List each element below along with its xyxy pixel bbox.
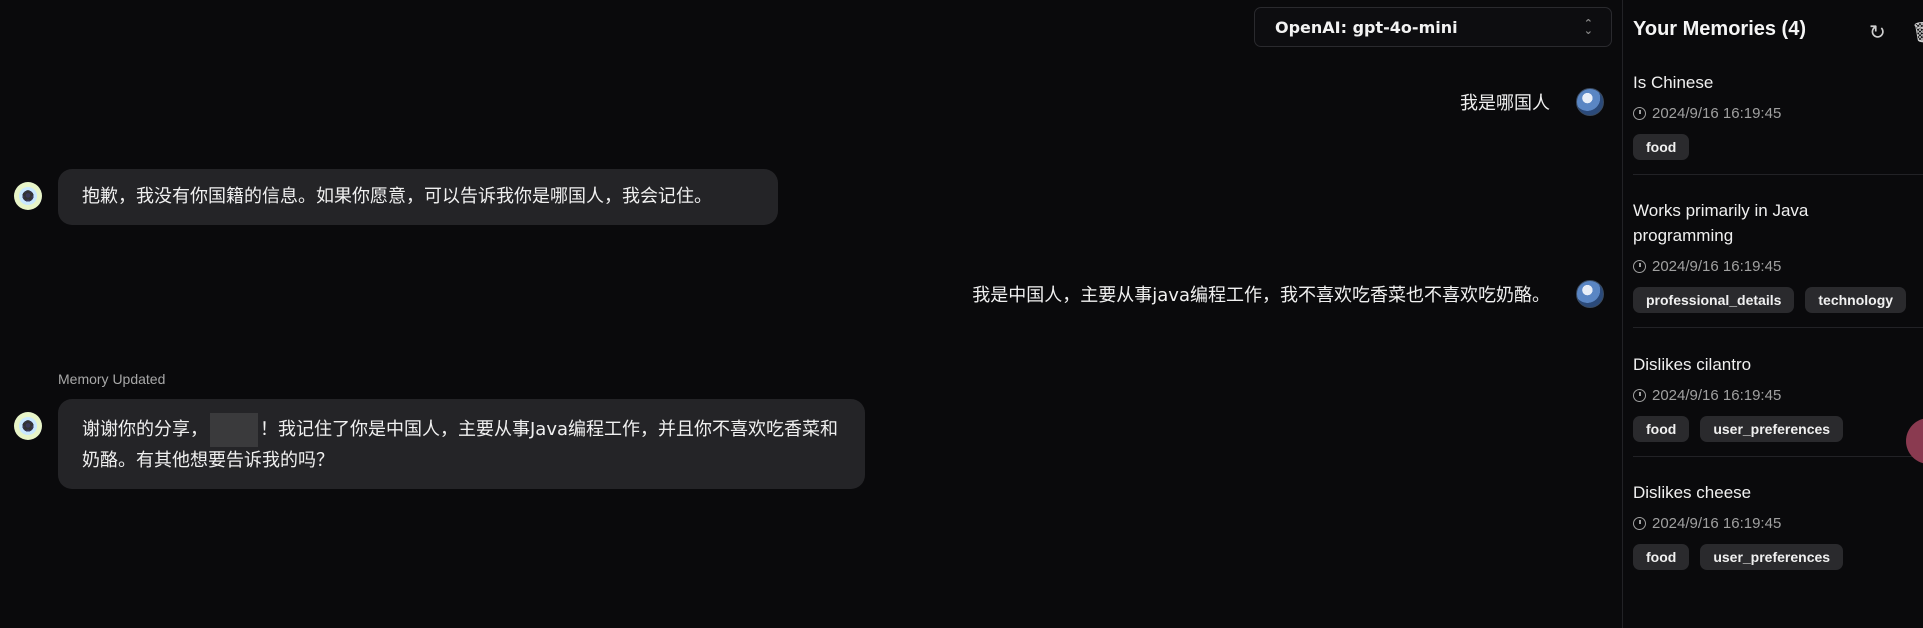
memory-item: Dislikes cheese 2024/9/16 16:19:45 food … <box>1633 480 1923 584</box>
memory-title: Is Chinese <box>1633 73 1714 92</box>
sidebar-title: Your Memories (4) <box>1633 18 1806 40</box>
sidebar-header: Your Memories (4) ↻ 🗑 <box>1633 18 1923 44</box>
chat-area: OpenAI: gpt-4o-mini ⌃ ⌄ 我是哪国人 ✿ 抱歉，我没有你国籍… <box>0 0 1622 628</box>
memory-title: Works primarily in Java programming <box>1633 201 1809 245</box>
memory-updated-label: Memory Updated <box>58 371 166 387</box>
message-text-before: 谢谢你的分享， <box>82 419 208 440</box>
refresh-icon[interactable]: ↻ <box>1869 20 1886 44</box>
clock-icon <box>1633 517 1646 530</box>
user-message: 我是中国人，主要从事java编程工作，我不喜欢吃香菜也不喜欢吃奶酪。 <box>972 280 1604 308</box>
clock-icon <box>1633 107 1646 120</box>
memory-tag: professional_details <box>1633 287 1795 313</box>
assistant-avatar: ✿ <box>14 182 42 210</box>
assistant-message: ✿ 抱歉，我没有你国籍的信息。如果你愿意，可以告诉我你是哪国人，我会记住。 <box>14 169 778 225</box>
message-bubble: 抱歉，我没有你国籍的信息。如果你愿意，可以告诉我你是哪国人，我会记住。 <box>58 169 778 225</box>
memory-tag: food <box>1633 416 1690 442</box>
memory-item: Is Chinese 2024/9/16 16:19:45 food <box>1633 70 1923 175</box>
message-text: 抱歉，我没有你国籍的信息。如果你愿意，可以告诉我你是哪国人，我会记住。 <box>82 186 712 207</box>
memory-item: Works primarily in Java programming 2024… <box>1633 198 1923 328</box>
memory-timestamp: 2024/9/16 16:19:45 <box>1633 105 1923 122</box>
memory-timestamp: 2024/9/16 16:19:45 <box>1633 258 1923 275</box>
trash-icon[interactable]: 🗑 <box>1911 20 1923 44</box>
clock-icon <box>1633 260 1646 273</box>
memory-timestamp: 2024/9/16 16:19:45 <box>1633 515 1923 532</box>
memory-item: Dislikes cilantro 2024/9/16 16:19:45 foo… <box>1633 352 1923 457</box>
clock-icon <box>1633 389 1646 402</box>
user-message: 我是哪国人 <box>1460 88 1604 116</box>
assistant-message: ✿ 谢谢你的分享， ！我记住了你是中国人，主要从事Java编程工作，并且你不喜欢吃… <box>14 399 865 489</box>
memory-tag: food <box>1633 544 1690 570</box>
memory-title: Dislikes cheese <box>1633 483 1752 502</box>
memory-timestamp: 2024/9/16 16:19:45 <box>1633 387 1923 404</box>
memory-tag: food <box>1633 134 1690 160</box>
model-selector-value: OpenAI: gpt-4o-mini <box>1275 17 1458 37</box>
user-avatar <box>1576 88 1604 116</box>
redacted-name <box>210 413 258 447</box>
memories-sidebar: Your Memories (4) ↻ 🗑 Is Chinese 2024/9/… <box>1622 0 1923 628</box>
chevron-updown-icon: ⌃ ⌄ <box>1583 17 1593 37</box>
memory-tag: user_preferences <box>1700 544 1844 570</box>
message-text: 我是哪国人 <box>1460 93 1550 114</box>
model-selector[interactable]: OpenAI: gpt-4o-mini ⌃ ⌄ <box>1254 7 1612 47</box>
assistant-avatar: ✿ <box>14 412 42 440</box>
memory-tag: user_preferences <box>1700 416 1844 442</box>
memory-title: Dislikes cilantro <box>1633 355 1752 374</box>
message-bubble: 谢谢你的分享， ！我记住了你是中国人，主要从事Java编程工作，并且你不喜欢吃香菜… <box>58 399 865 489</box>
message-text: 我是中国人，主要从事java编程工作，我不喜欢吃香菜也不喜欢吃奶酪。 <box>972 285 1550 306</box>
memory-tag: technology <box>1805 287 1907 313</box>
user-avatar <box>1576 280 1604 308</box>
